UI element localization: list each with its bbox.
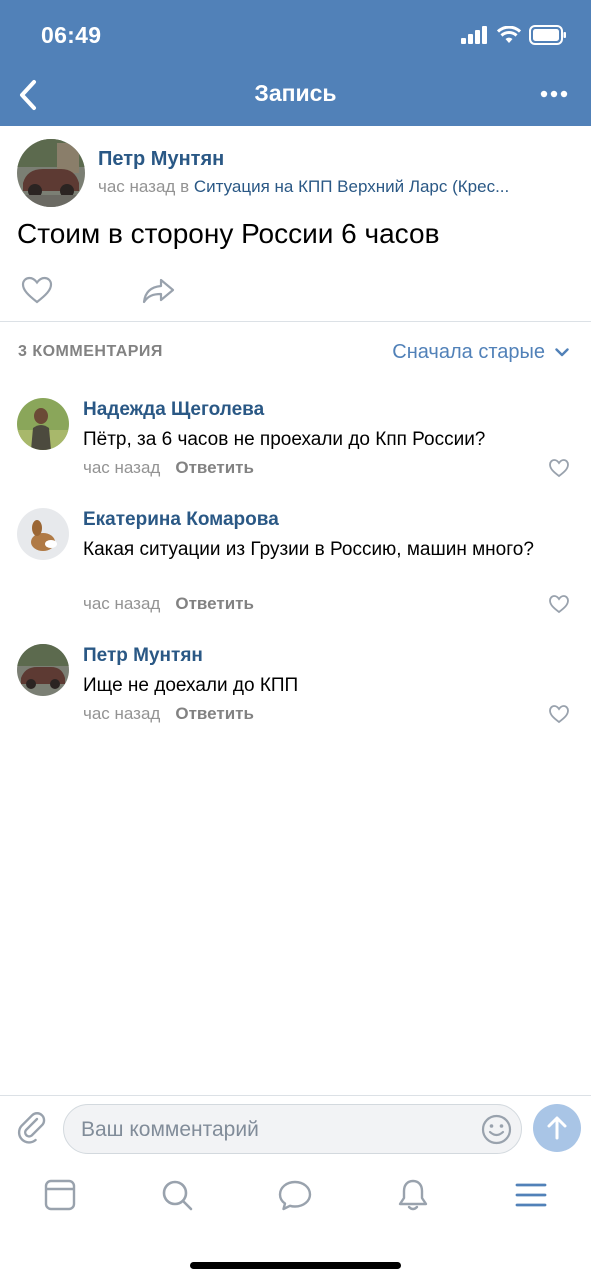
sort-order-dropdown[interactable]: Сначала старые xyxy=(392,341,569,364)
comment-like-icon[interactable] xyxy=(548,704,570,724)
post-group-link[interactable]: Ситуация на КПП Верхний Ларс (Крес... xyxy=(194,177,509,196)
chevron-down-icon xyxy=(555,348,569,357)
comment-author[interactable]: Надежда Щеголева xyxy=(83,399,264,421)
search-icon[interactable] xyxy=(159,1177,195,1213)
comment-like-icon[interactable] xyxy=(548,458,570,478)
emoji-icon[interactable] xyxy=(481,1114,512,1145)
post-meta: час назад в Ситуация на КПП Верхний Ларс… xyxy=(98,177,578,197)
wifi-icon xyxy=(497,26,521,43)
comment-author-avatar[interactable] xyxy=(17,644,69,696)
post-text: Стоим в сторону России 6 часов xyxy=(17,218,440,249)
top-bar: 06:49 Запись xyxy=(0,0,591,126)
comment-author[interactable]: Екатерина Комарова xyxy=(83,509,279,531)
comment-text: Ище не доехали до КПП xyxy=(83,675,299,696)
menu-icon[interactable] xyxy=(513,1177,549,1213)
comment-author-avatar[interactable] xyxy=(17,508,69,560)
signal-icon xyxy=(461,26,487,44)
comment-time: час назад xyxy=(83,704,161,723)
home-indicator xyxy=(190,1262,401,1269)
reply-button[interactable]: Ответить xyxy=(175,458,254,477)
status-icons xyxy=(461,24,567,46)
comment-input[interactable]: Ваш комментарий xyxy=(63,1104,522,1154)
send-button[interactable] xyxy=(533,1104,581,1152)
reply-button[interactable]: Ответить xyxy=(175,594,254,613)
comment-composer: Ваш комментарий xyxy=(0,1095,591,1161)
comment-author[interactable]: Петр Мунтян xyxy=(83,645,203,667)
post-author-avatar[interactable] xyxy=(17,139,85,207)
notifications-icon[interactable] xyxy=(395,1177,431,1213)
attach-icon[interactable] xyxy=(15,1110,49,1144)
sort-order-label: Сначала старые xyxy=(392,341,545,363)
post-in-word: в xyxy=(180,177,190,196)
comment-time: час назад xyxy=(83,458,161,477)
comment-time: час назад xyxy=(83,594,161,613)
comment-text: Какая ситуации из Грузии в Россию, машин… xyxy=(83,539,534,560)
arrow-up-icon xyxy=(547,1116,567,1140)
comments-count: 3 КОММЕНТАРИЯ xyxy=(18,343,163,360)
comment-text: Пётр, за 6 часов не проехали до Кпп Росс… xyxy=(83,429,486,450)
battery-icon xyxy=(529,25,566,45)
status-time: 06:49 xyxy=(41,22,102,48)
comment-meta: час назад Ответить xyxy=(83,704,254,724)
comment-meta: час назад Ответить xyxy=(83,594,254,614)
more-icon[interactable] xyxy=(539,86,569,102)
comment-author-avatar[interactable] xyxy=(17,398,69,450)
news-icon[interactable] xyxy=(42,1177,78,1213)
like-icon[interactable] xyxy=(20,275,54,305)
post-author-name[interactable]: Петр Мунтян xyxy=(98,148,224,171)
comment-like-icon[interactable] xyxy=(548,594,570,614)
reply-button[interactable]: Ответить xyxy=(175,704,254,723)
share-icon[interactable] xyxy=(141,275,177,305)
comment-meta: час назад Ответить xyxy=(83,458,254,478)
comment-input-placeholder: Ваш комментарий xyxy=(81,1118,259,1141)
page-title: Запись xyxy=(254,80,337,106)
post-time: час назад xyxy=(98,177,176,196)
messages-icon[interactable] xyxy=(277,1177,313,1213)
divider xyxy=(0,321,591,322)
